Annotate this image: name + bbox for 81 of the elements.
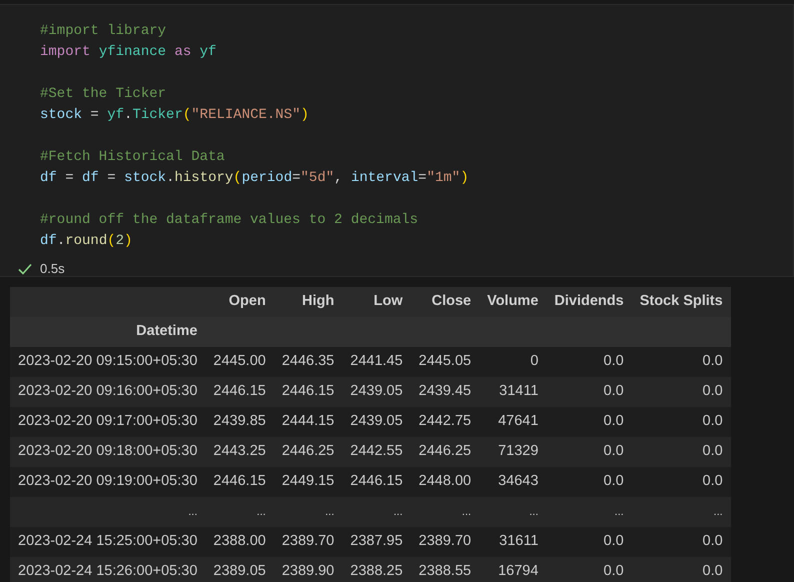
- table-cell: 0.0: [632, 437, 731, 467]
- table-cell: 2442.75: [410, 407, 480, 437]
- table-cell: 2444.15: [274, 407, 342, 437]
- table-cell: 2448.00: [410, 467, 480, 497]
- column-header: Low: [342, 287, 411, 317]
- table-cell: 0.0: [632, 557, 731, 582]
- table-cell: 2446.15: [205, 377, 274, 407]
- table-cell: 2445.00: [205, 347, 274, 377]
- table-cell: 0.0: [632, 377, 731, 407]
- column-header: Dividends: [546, 287, 632, 317]
- table-cell: 0.0: [632, 347, 731, 377]
- index-cell: 2023-02-20 09:19:00+05:30: [10, 467, 206, 497]
- table-cell: 2388.55: [410, 557, 480, 582]
- index-cell: 2023-02-24 15:25:00+05:30: [10, 527, 206, 557]
- table-cell: 0.0: [546, 407, 632, 437]
- table-cell: 0.0: [632, 467, 731, 497]
- table-cell: 2388.25: [342, 557, 411, 582]
- table-cell: 0.0: [632, 407, 731, 437]
- table-cell: 0.0: [632, 527, 731, 557]
- table-cell: 2446.15: [274, 377, 342, 407]
- table-cell: 2439.45: [410, 377, 480, 407]
- column-header: Close: [410, 287, 480, 317]
- table-cell: 71329: [479, 437, 546, 467]
- table-cell: 2443.25: [205, 437, 274, 467]
- index-cell: 2023-02-24 15:26:00+05:30: [10, 557, 206, 582]
- table-cell: 2389.70: [410, 527, 480, 557]
- column-header: High: [274, 287, 342, 317]
- table-cell: 2439.85: [205, 407, 274, 437]
- code-line: #import library: [40, 22, 168, 41]
- table-cell: 2389.90: [274, 557, 342, 582]
- table-cell: 0.0: [546, 377, 632, 407]
- table-cell: 31411: [479, 377, 546, 407]
- table-cell: 2446.35: [274, 347, 342, 377]
- table-cell: 2389.05: [205, 557, 274, 582]
- table-cell: 2446.25: [274, 437, 342, 467]
- table-cell: 34643: [479, 467, 546, 497]
- code-line: df = df = stock.history(period="5d", interval="1m"): [40, 169, 470, 188]
- index-cell: ...: [10, 497, 206, 527]
- table-cell: 0: [479, 347, 546, 377]
- table-cell: ...: [410, 497, 480, 527]
- column-header: Open: [205, 287, 274, 317]
- table-cell: 2387.95: [342, 527, 411, 557]
- table-cell: 31611: [479, 527, 546, 557]
- table-cell: 0.0: [546, 467, 632, 497]
- table-cell: 2446.15: [342, 467, 411, 497]
- table-cell: 0.0: [546, 437, 632, 467]
- code-line: df.round(2): [40, 232, 134, 251]
- table-cell: ...: [546, 497, 632, 527]
- table-cell: 2388.00: [205, 527, 274, 557]
- code-line: #Set the Ticker: [40, 85, 168, 104]
- code-line: #round off the dataframe values to 2 decimals: [40, 211, 420, 230]
- table-cell: 2446.25: [410, 437, 480, 467]
- table-cell: 2441.45: [342, 347, 411, 377]
- code-line: stock = yf.Ticker("RELIANCE.NS"): [40, 106, 310, 125]
- table-cell: 2446.15: [205, 467, 274, 497]
- table-cell: ...: [342, 497, 411, 527]
- table-cell: ...: [479, 497, 546, 527]
- index-header: Datetime: [10, 317, 206, 347]
- index-cell: 2023-02-20 09:17:00+05:30: [10, 407, 206, 437]
- index-cell: 2023-02-20 09:16:00+05:30: [10, 377, 206, 407]
- table-cell: 16794: [479, 557, 546, 582]
- index-cell: 2023-02-20 09:15:00+05:30: [10, 347, 206, 377]
- table-cell: 2389.70: [274, 527, 342, 557]
- table-cell: 0.0: [546, 527, 632, 557]
- code-line: #Fetch Historical Data: [40, 148, 226, 167]
- table-cell: ...: [632, 497, 731, 527]
- table-cell: ...: [274, 497, 342, 527]
- column-header: Volume: [479, 287, 546, 317]
- table-cell: 47641: [479, 407, 546, 437]
- execution-time: 0.5s: [40, 260, 65, 278]
- code-line: import yfinance as yf: [40, 43, 218, 62]
- table-cell: 2439.05: [342, 377, 411, 407]
- table-cell: 0.0: [546, 347, 632, 377]
- table-cell: 2445.05: [410, 347, 480, 377]
- table-cell: 0.0: [546, 557, 632, 582]
- table-cell: 2449.15: [274, 467, 342, 497]
- table-cell: ...: [205, 497, 274, 527]
- index-cell: 2023-02-20 09:18:00+05:30: [10, 437, 206, 467]
- table-cell: 2442.55: [342, 437, 411, 467]
- table-cell: 2439.05: [342, 407, 411, 437]
- column-header: Stock Splits: [632, 287, 731, 317]
